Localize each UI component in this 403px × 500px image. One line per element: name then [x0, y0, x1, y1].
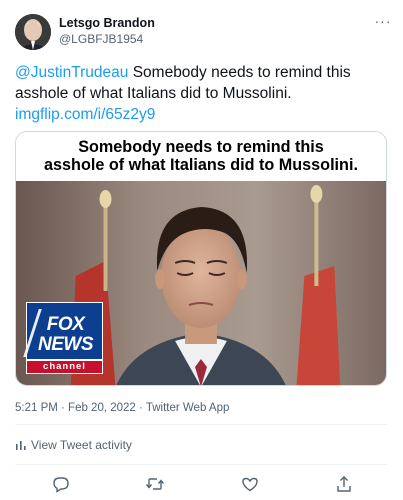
like-button[interactable] [240, 474, 260, 494]
share-icon [337, 476, 351, 492]
retweet-icon [145, 478, 165, 490]
view-tweet-activity-link[interactable]: View Tweet activity [15, 438, 132, 452]
avatar-image [15, 14, 51, 50]
image-link[interactable]: imgflip.com/i/65z2y9 [15, 106, 155, 123]
divider [15, 464, 387, 465]
tweet-text: @JustinTrudeau Somebody needs to remind … [15, 62, 387, 125]
mention-link[interactable]: @JustinTrudeau [15, 64, 128, 81]
view-tweet-activity-label: View Tweet activity [31, 438, 132, 452]
more-horizontal-icon[interactable]: ··· [373, 13, 393, 29]
tweet-media[interactable]: Somebody needs to remind this asshole of… [15, 131, 387, 386]
tweet-actions [0, 472, 403, 496]
like-icon [242, 477, 258, 492]
reply-button[interactable] [51, 474, 71, 494]
user-handle[interactable]: @LGBFJB1954 [59, 32, 143, 46]
display-name[interactable]: Letsgo Brandon [59, 16, 155, 30]
reply-icon [53, 477, 69, 493]
fox-logo-line-1: FOX [46, 314, 85, 335]
fox-logo-box: FOX NEWS [23, 302, 103, 360]
share-button[interactable] [334, 474, 354, 494]
retweet-button[interactable] [145, 474, 165, 494]
tweet-timestamp[interactable]: 5:21 PM · Feb 20, 2022 · Twitter Web App [15, 402, 229, 414]
fox-logo-line-3: channel [26, 360, 103, 374]
fox-news-logo: FOX NEWS channel [23, 302, 103, 374]
meme-caption-line-2: asshole of what Italians did to Mussolin… [44, 156, 358, 174]
tweet-card: Letsgo Brandon @LGBFJB1954 ··· @JustinTr… [0, 0, 403, 500]
avatar[interactable] [15, 14, 51, 50]
meme-caption: Somebody needs to remind this asshole of… [16, 132, 386, 181]
divider [15, 424, 387, 425]
bar-chart-icon [16, 441, 26, 450]
meme-caption-line-1: Somebody needs to remind this [78, 138, 324, 156]
fox-logo-line-2: NEWS [38, 334, 94, 355]
